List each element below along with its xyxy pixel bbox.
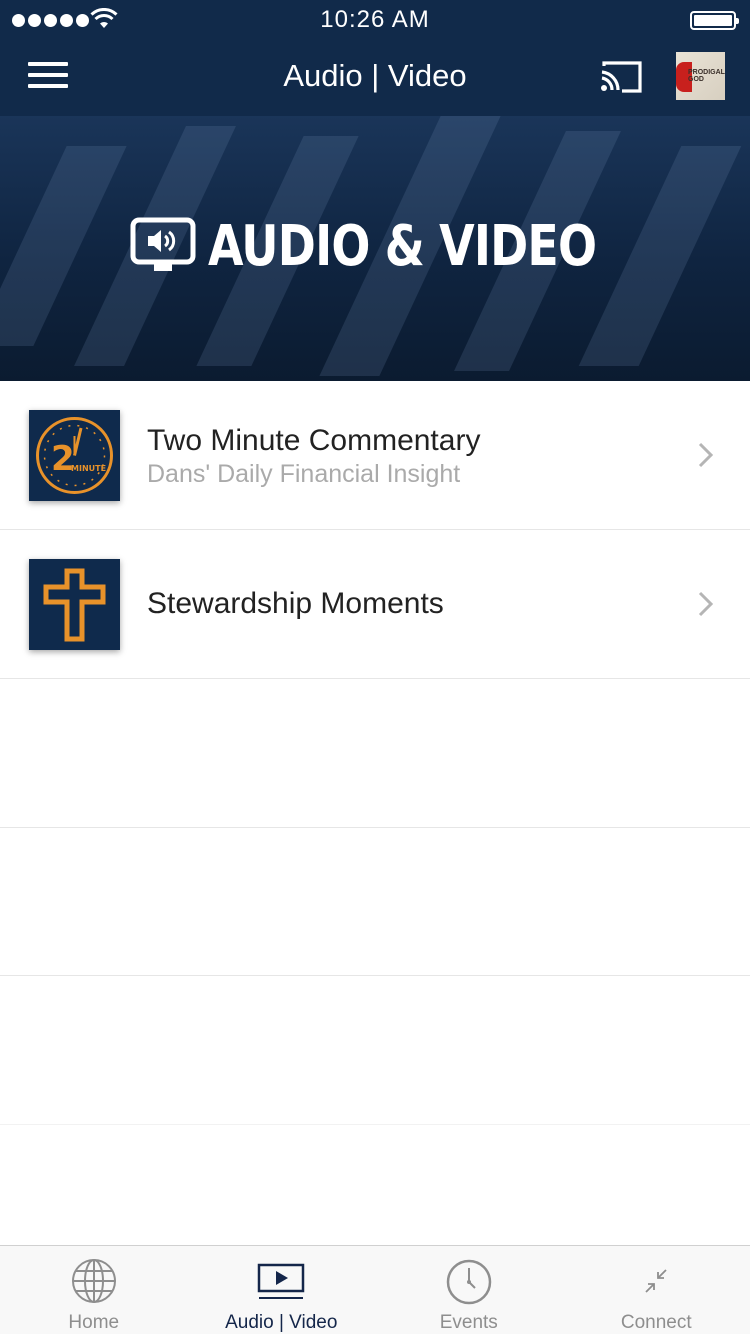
tab-label: Audio | Video [225,1312,338,1333]
monitor-speaker-icon [130,217,196,271]
tab-connect[interactable]: Connect [563,1246,750,1334]
tab-label: Home [68,1312,120,1333]
chevron-right-icon [698,591,714,617]
clock-logo-icon: 2 MINUTE [36,417,113,494]
empty-row [0,976,750,1125]
tab-audio-video[interactable]: Audio | Video [188,1246,376,1334]
tab-events[interactable]: Events [375,1246,563,1334]
stewardship-thumbnail [29,559,120,650]
cross-icon [43,568,106,642]
cast-icon[interactable] [598,58,644,96]
banner-title: AUDIO & VIDEO [208,213,597,279]
header: 10:26 AM Audio | Video PRODIGAL GOD [0,0,750,116]
globe-icon [71,1259,116,1303]
list-item-stewardship-moments[interactable]: Stewardship Moments [0,530,750,679]
list-item-title: Two Minute Commentary [147,424,481,457]
thumb-number: 2 [51,439,75,479]
status-time: 10:26 AM [320,6,430,33]
hero-banner: AUDIO & VIDEO [0,116,750,381]
empty-row [0,679,750,828]
collapse-arrows-icon [645,1269,667,1293]
list-item-subtitle: Dans' Daily Financial Insight [147,460,461,488]
tab-home[interactable]: Home [0,1246,188,1334]
clock-icon [446,1259,491,1305]
list-item-two-minute-commentary[interactable]: 2 MINUTE Two Minute Commentary Dans' Dai… [0,381,750,530]
tab-label: Connect [620,1312,692,1333]
tab-label: Events [439,1312,498,1333]
tab-bar: Home Audio | Video Events Connect [0,1245,750,1334]
banner-content: AUDIO & VIDEO [0,213,750,279]
thumbnail-text: PRODIGAL GOD [688,69,725,83]
thumb-subtext: MINUTE [71,464,106,473]
series-thumbnail[interactable]: PRODIGAL GOD [676,52,725,100]
empty-row [0,828,750,976]
chevron-right-icon [698,442,714,468]
play-screen-icon [258,1263,305,1299]
status-bar: 10:26 AM [0,0,750,40]
list-item-title: Stewardship Moments [147,587,444,620]
battery-icon [690,11,739,30]
two-minute-thumbnail: 2 MINUTE [29,410,120,501]
